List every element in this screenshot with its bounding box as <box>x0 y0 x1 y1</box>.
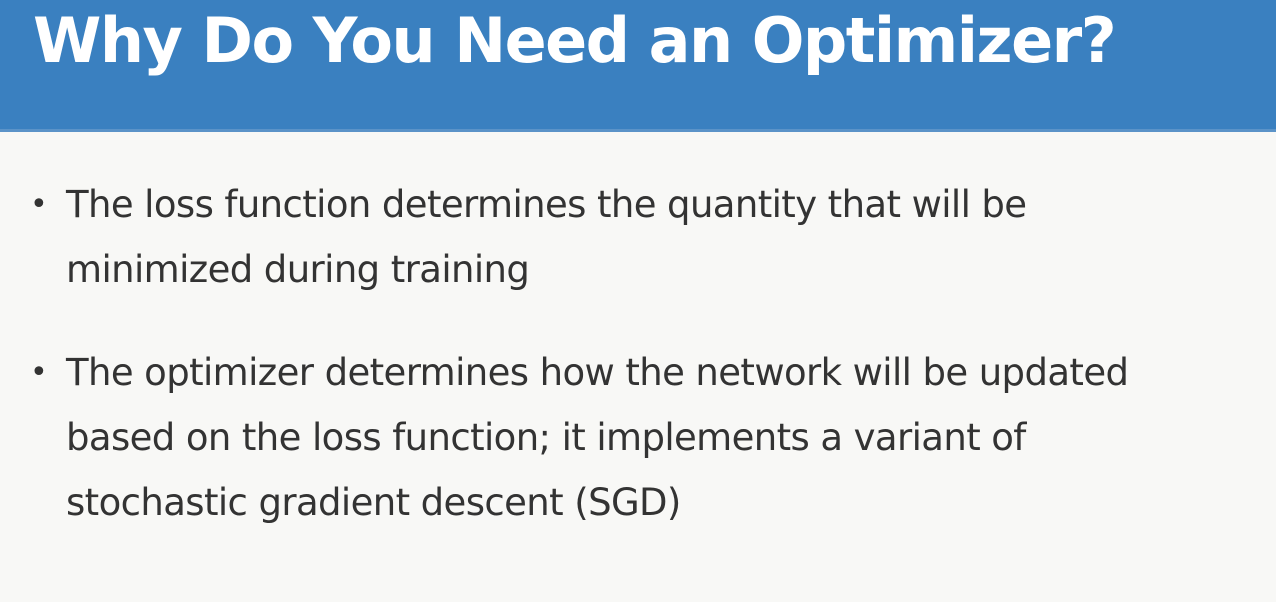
bullet-item: • The optimizer determines how the netwo… <box>30 340 1230 535</box>
bullet-item: • The loss function determines the quant… <box>30 172 1230 302</box>
bullet-dot-icon: • <box>30 355 48 390</box>
bullet-text-line: minimized during training <box>66 248 530 291</box>
bullet-dot-icon: • <box>30 187 48 222</box>
bullet-list: • The loss function determines the quant… <box>0 0 1276 602</box>
bullet-text-line: The optimizer determines how the network… <box>66 351 1129 394</box>
bullet-text-line: based on the loss function; it implement… <box>66 416 1026 459</box>
slide: Why Do You Need an Optimizer? • The loss… <box>0 0 1276 602</box>
bullet-text-line: The loss function determines the quantit… <box>66 183 1027 226</box>
bullet-text-line: stochastic gradient descent (SGD) <box>66 481 681 524</box>
